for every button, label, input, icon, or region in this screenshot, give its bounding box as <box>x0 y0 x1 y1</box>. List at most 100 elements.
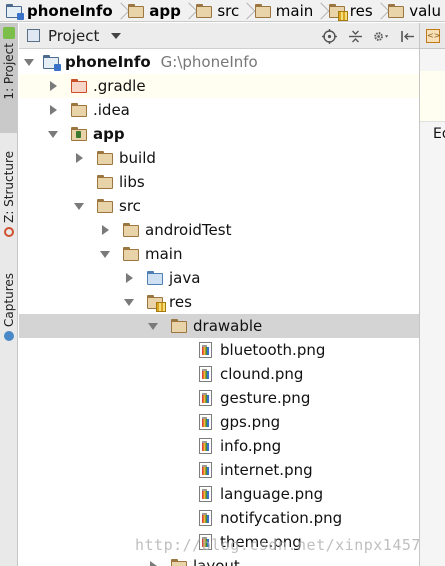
tree-node-selected[interactable]: drawable <box>19 314 419 338</box>
project-panel-header: Project <box>19 23 419 49</box>
tree-node[interactable]: main <box>19 242 419 266</box>
editor-area: <> Ed <box>419 23 445 566</box>
editor-tab[interactable]: <> <box>420 23 445 49</box>
folder-icon <box>196 3 213 18</box>
tab-captures[interactable]: Captures <box>0 273 18 368</box>
tree-node[interactable]: libs <box>19 170 419 194</box>
expand-arrow-icon[interactable] <box>73 146 87 170</box>
tab-structure[interactable]: Z: Structure <box>0 151 18 266</box>
expand-arrow-icon[interactable] <box>99 218 113 242</box>
file-label: clound.png <box>220 365 304 383</box>
folder-icon <box>97 175 113 189</box>
breadcrumb-src[interactable]: src <box>190 0 243 21</box>
breadcrumb-label: phoneInfo <box>27 1 113 20</box>
breadcrumb-separator <box>243 0 249 21</box>
tree-file[interactable]: info.png <box>19 434 419 458</box>
tree-node-label: build <box>119 149 156 167</box>
tree-node[interactable]: app <box>19 122 419 146</box>
png-file-icon <box>199 486 212 502</box>
folder-icon <box>97 151 113 165</box>
folder-icon <box>171 319 187 333</box>
tree-node-label: .idea <box>93 101 130 119</box>
png-file-icon <box>199 414 212 430</box>
breadcrumb-label: valu <box>409 1 441 20</box>
tab-project[interactable]: 1: Project <box>0 23 18 133</box>
project-path: G:\phoneInfo <box>160 53 258 71</box>
project-tree: phoneInfo G:\phoneInfo .gradle .idea app… <box>19 50 419 566</box>
breadcrumb-res[interactable]: res <box>323 0 377 21</box>
breadcrumb-separator <box>117 0 123 21</box>
expand-arrow-icon[interactable] <box>47 98 61 122</box>
folder-icon <box>123 223 139 237</box>
project-folder-icon <box>43 55 61 71</box>
tree-node-label: java <box>169 269 201 287</box>
structure-icon <box>4 226 14 237</box>
hide-panel-icon[interactable] <box>399 28 415 44</box>
breadcrumb-phoneinfo[interactable]: phoneInfo <box>0 0 117 21</box>
png-file-icon <box>199 462 212 478</box>
collapse-arrow-icon[interactable] <box>123 290 137 314</box>
breadcrumb-main[interactable]: main <box>249 0 317 21</box>
tab-captures-label: Captures <box>2 273 16 327</box>
tree-node[interactable]: res <box>19 290 419 314</box>
folder-icon <box>171 559 187 566</box>
scroll-from-source-icon[interactable] <box>321 28 337 44</box>
breadcrumb-app[interactable]: app <box>122 0 185 21</box>
tree-node[interactable]: .gradle <box>19 74 419 98</box>
file-label: language.png <box>220 485 324 503</box>
breadcrumb-separator <box>185 0 191 21</box>
collapse-arrow-icon[interactable] <box>73 194 87 218</box>
panel-toolbar <box>321 23 415 49</box>
tree-node[interactable]: layout <box>19 554 419 566</box>
tree-node[interactable]: java <box>19 266 419 290</box>
tree-node-label: drawable <box>193 317 263 335</box>
expand-arrow-icon[interactable] <box>47 74 61 98</box>
png-file-icon <box>199 390 212 406</box>
module-folder-icon <box>71 127 87 141</box>
tree-node-root[interactable]: phoneInfo G:\phoneInfo <box>19 50 419 74</box>
tree-file[interactable]: notifycation.png <box>19 506 419 530</box>
collapse-arrow-icon[interactable] <box>147 314 161 338</box>
breadcrumb-values[interactable]: valu <box>382 0 445 21</box>
breadcrumb-label: src <box>217 1 240 20</box>
tree-file[interactable]: clound.png <box>19 362 419 386</box>
file-label: internet.png <box>220 461 313 479</box>
file-label: bluetooth.png <box>220 341 326 359</box>
tree-file[interactable]: internet.png <box>19 458 419 482</box>
tree-file[interactable]: language.png <box>19 482 419 506</box>
folder-icon <box>123 247 139 261</box>
source-folder-icon <box>147 271 163 285</box>
tree-node[interactable]: build <box>19 146 419 170</box>
collapse-arrow-icon[interactable] <box>23 50 37 74</box>
expand-arrow-icon[interactable] <box>147 554 161 566</box>
excluded-folder-icon <box>71 79 87 93</box>
collapse-arrow-icon[interactable] <box>47 122 61 146</box>
file-label: gesture.png <box>220 389 311 407</box>
expand-arrow-icon[interactable] <box>123 266 137 290</box>
android-icon <box>3 27 15 39</box>
breadcrumb-label: main <box>275 1 314 20</box>
tree-file[interactable]: bluetooth.png <box>19 338 419 362</box>
collapse-arrow-icon[interactable] <box>99 242 113 266</box>
tree-node[interactable]: .idea <box>19 98 419 122</box>
tree-node-label: app <box>93 125 125 143</box>
tree-file[interactable]: gps.png <box>19 410 419 434</box>
tree-node[interactable]: androidTest <box>19 218 419 242</box>
breadcrumb-separator <box>377 0 383 21</box>
view-dropdown-icon[interactable] <box>111 32 122 39</box>
project-view-icon <box>27 29 40 42</box>
breadcrumb-label: res <box>349 1 373 20</box>
captures-icon <box>4 330 14 341</box>
tool-window-strip: 1: Project Z: Structure Captures <box>0 23 18 566</box>
collapse-all-icon[interactable] <box>347 28 363 44</box>
tab-project-label: 1: Project <box>2 43 16 100</box>
breadcrumb-label: app <box>149 1 181 20</box>
png-file-icon <box>199 366 212 382</box>
tree-node[interactable]: src <box>19 194 419 218</box>
png-file-icon <box>199 510 212 526</box>
tree-node-label: phoneInfo <box>65 53 151 71</box>
png-file-icon <box>199 438 212 454</box>
settings-gear-icon[interactable] <box>373 28 389 44</box>
project-folder-icon <box>6 3 24 20</box>
tree-file[interactable]: gesture.png <box>19 386 419 410</box>
